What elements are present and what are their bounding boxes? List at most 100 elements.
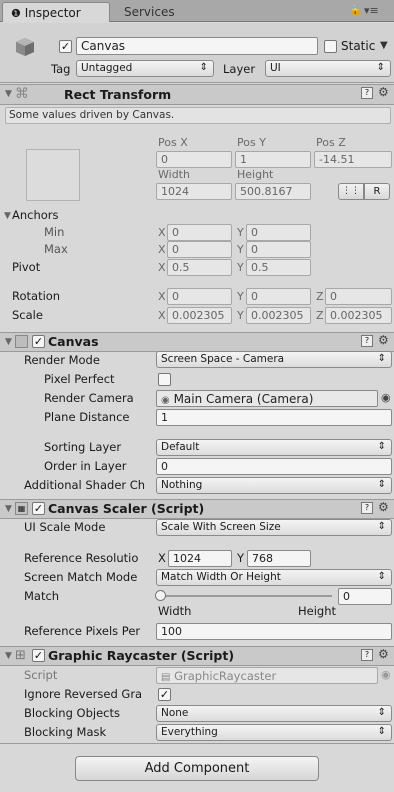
add-component-button[interactable]: Add Component [75,756,319,781]
tab-inspector[interactable]: ❶ Inspector [2,2,110,22]
match-height-text: Height [298,604,337,618]
dropdown-arrow-icon: ⇕ [377,441,386,452]
sorting-layer-dropdown[interactable]: Default ⇕ [156,439,392,456]
render-mode-value: Screen Space - Camera [161,353,285,365]
driven-note-text: Some values driven by Canvas. [9,109,175,121]
pixel-perfect-checkbox[interactable] [158,373,171,386]
min-x-field[interactable]: 0 [167,224,232,241]
object-name-input[interactable]: Canvas [76,37,318,55]
static-label: Static [341,39,376,53]
anchors-label[interactable]: Anchors [12,208,59,222]
match-slider-thumb[interactable] [155,590,166,601]
collapse-triangle-icon[interactable]: ▼ [5,337,12,347]
plane-distance-field[interactable]: 1 [156,409,392,426]
width-field[interactable]: 1024 [156,183,232,200]
match-slider-track[interactable] [160,595,332,597]
help-icon[interactable]: ? [361,502,373,514]
settings-gear-icon[interactable]: ⚙ [378,647,389,661]
reference-y-field[interactable]: 768 [247,550,311,567]
tab-menu-icon[interactable]: ▾≡ [364,4,379,17]
rot-z-field[interactable]: 0 [325,288,392,305]
ui-scale-mode-label: UI Scale Mode [24,520,106,534]
rot-x-field[interactable]: 0 [167,288,232,305]
script-component-icon: ▦ [15,502,28,515]
rot-y-label: Y [237,290,244,303]
ref-x-label: X [158,551,166,565]
anchors-triangle-icon[interactable]: ▼ [4,211,11,221]
layer-label: Layer [223,62,256,76]
pos-y-label: Pos Y [237,136,266,149]
collapse-triangle-icon[interactable]: ▼ [5,89,12,99]
ui-scale-mode-value: Scale With Screen Size [161,521,281,533]
order-in-layer-label: Order in Layer [44,459,127,473]
static-checkbox[interactable] [324,40,337,53]
help-icon[interactable]: ? [361,649,373,661]
render-mode-dropdown[interactable]: Screen Space - Camera ⇕ [156,351,392,368]
tab-services[interactable]: Services [116,2,224,22]
pivot-x-label: X [158,261,166,274]
reference-ppu-field[interactable]: 100 [156,623,392,640]
blocking-mask-dropdown[interactable]: Everything ⇕ [156,724,392,741]
render-camera-field[interactable]: ◉ Main Camera (Camera) [156,390,378,407]
height-field[interactable]: 500.8167 [235,183,311,200]
settings-gear-icon[interactable]: ⚙ [378,500,389,514]
help-icon[interactable]: ? [361,87,373,99]
graphic-raycaster-enabled-checkbox[interactable]: ✓ [32,649,45,662]
match-value-field[interactable]: 0 [338,588,392,605]
additional-shader-dropdown[interactable]: Nothing ⇕ [156,477,392,494]
rot-y-field[interactable]: 0 [246,288,311,305]
blocking-objects-label: Blocking Objects [24,706,120,720]
collapse-triangle-icon[interactable]: ▼ [5,504,12,514]
order-in-layer-field[interactable]: 0 [156,458,392,475]
match-label: Match [24,589,60,603]
blocking-mask-value: Everything [161,726,218,738]
tag-dropdown[interactable]: Untagged ⇕ [76,60,214,77]
reference-x-field[interactable]: 1024 [168,550,232,567]
blocking-objects-dropdown[interactable]: None ⇕ [156,705,392,722]
object-active-checkbox[interactable]: ✓ [59,40,72,53]
dropdown-arrow-icon: ⇕ [377,479,386,490]
max-y-field[interactable]: 0 [246,241,311,258]
layer-dropdown[interactable]: UI ⇕ [265,60,391,77]
pivot-x-field[interactable]: 0.5 [167,259,232,276]
canvas-component-icon [15,335,28,348]
script-field: ▤ GraphicRaycaster [156,667,378,684]
pivot-y-field[interactable]: 0.5 [246,259,311,276]
pos-z-field[interactable]: -14.51 [314,151,392,168]
settings-gear-icon[interactable]: ⚙ [378,333,389,347]
static-dropdown-icon[interactable]: ▼ [380,40,388,51]
screen-match-mode-dropdown[interactable]: Match Width Or Height ⇕ [156,569,392,586]
pivot-y-label: Y [237,261,244,274]
canvas-enabled-checkbox[interactable]: ✓ [32,335,45,348]
raw-edit-button[interactable]: R [364,183,390,200]
max-x-label: X [158,243,166,256]
settings-gear-icon[interactable]: ⚙ [378,85,389,99]
pos-x-label: Pos X [158,136,188,149]
anchor-presets-box[interactable] [26,149,80,201]
min-y-field[interactable]: 0 [246,224,311,241]
pos-y-field[interactable]: 1 [235,151,311,168]
scale-z-field[interactable]: 0.002305 [325,307,392,324]
blueprint-mode-button[interactable]: ⋮⋮ [338,183,364,200]
rot-x-label: X [158,290,166,303]
tag-value: Untagged [81,62,133,74]
max-x-field[interactable]: 0 [167,241,232,258]
scale-x-field[interactable]: 0.002305 [167,307,232,324]
ignore-reversed-checkbox[interactable]: ✓ [158,688,171,701]
lock-icon[interactable]: 🔒 [349,5,361,16]
rot-z-label: Z [316,290,324,303]
canvas-scaler-enabled-checkbox[interactable]: ✓ [32,502,45,515]
scale-y-field[interactable]: 0.002305 [246,307,311,324]
screen-match-mode-value: Match Width Or Height [161,571,281,583]
info-icon: ❶ [11,7,21,20]
add-component-label: Add Component [144,761,250,776]
rect-transform-header[interactable] [0,84,394,105]
help-icon[interactable]: ? [361,335,373,347]
sorting-layer-label: Sorting Layer [44,440,122,454]
ui-scale-mode-dropdown[interactable]: Scale With Screen Size ⇕ [156,519,392,536]
pos-x-field[interactable]: 0 [156,151,232,168]
collapse-triangle-icon[interactable]: ▼ [5,651,12,661]
tag-label: Tag [51,62,71,76]
scale-z-label: Z [316,309,324,322]
object-picker-icon[interactable]: ◉ [381,391,391,404]
